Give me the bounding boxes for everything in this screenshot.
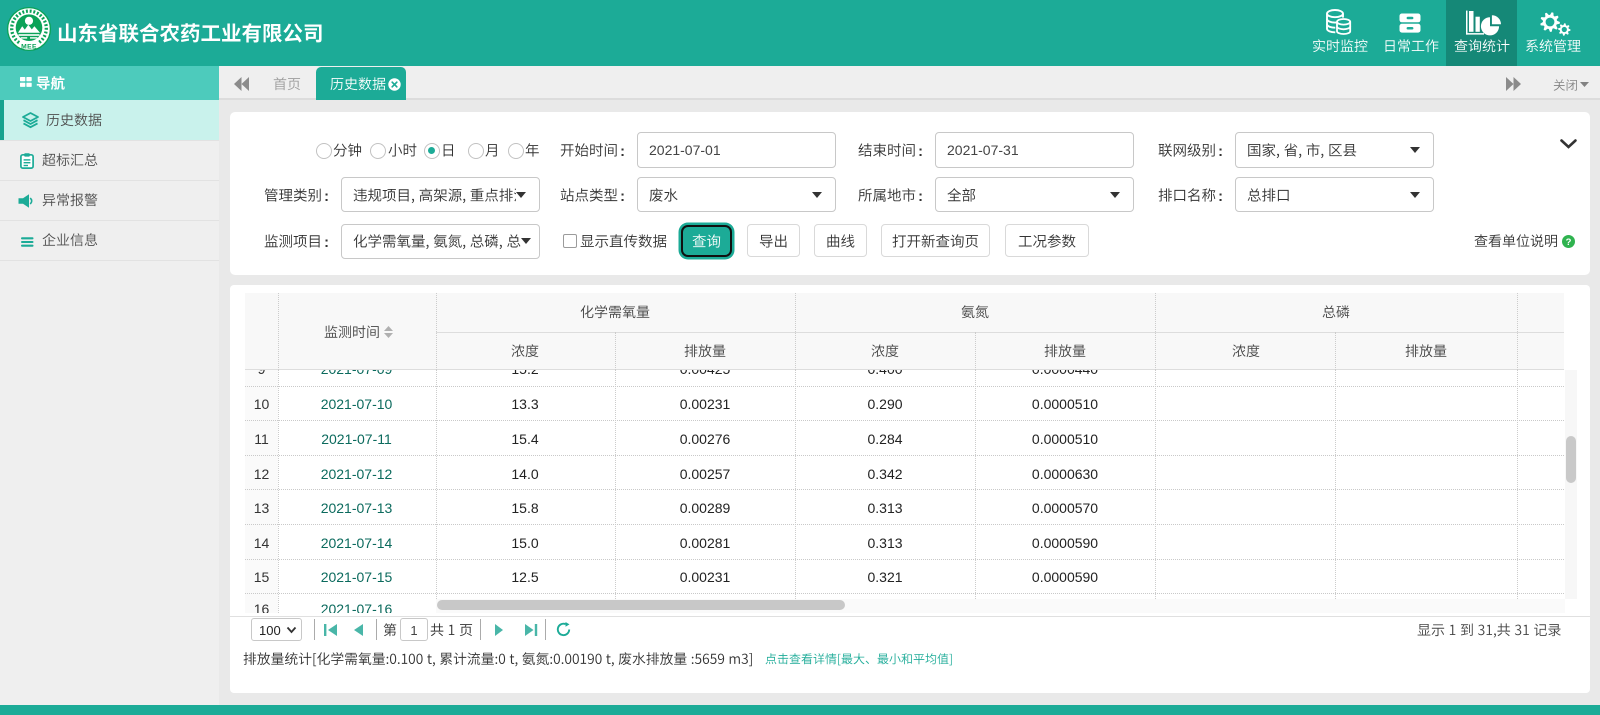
- svg-text:?: ?: [1566, 237, 1572, 248]
- svg-text:MEE: MEE: [21, 43, 37, 50]
